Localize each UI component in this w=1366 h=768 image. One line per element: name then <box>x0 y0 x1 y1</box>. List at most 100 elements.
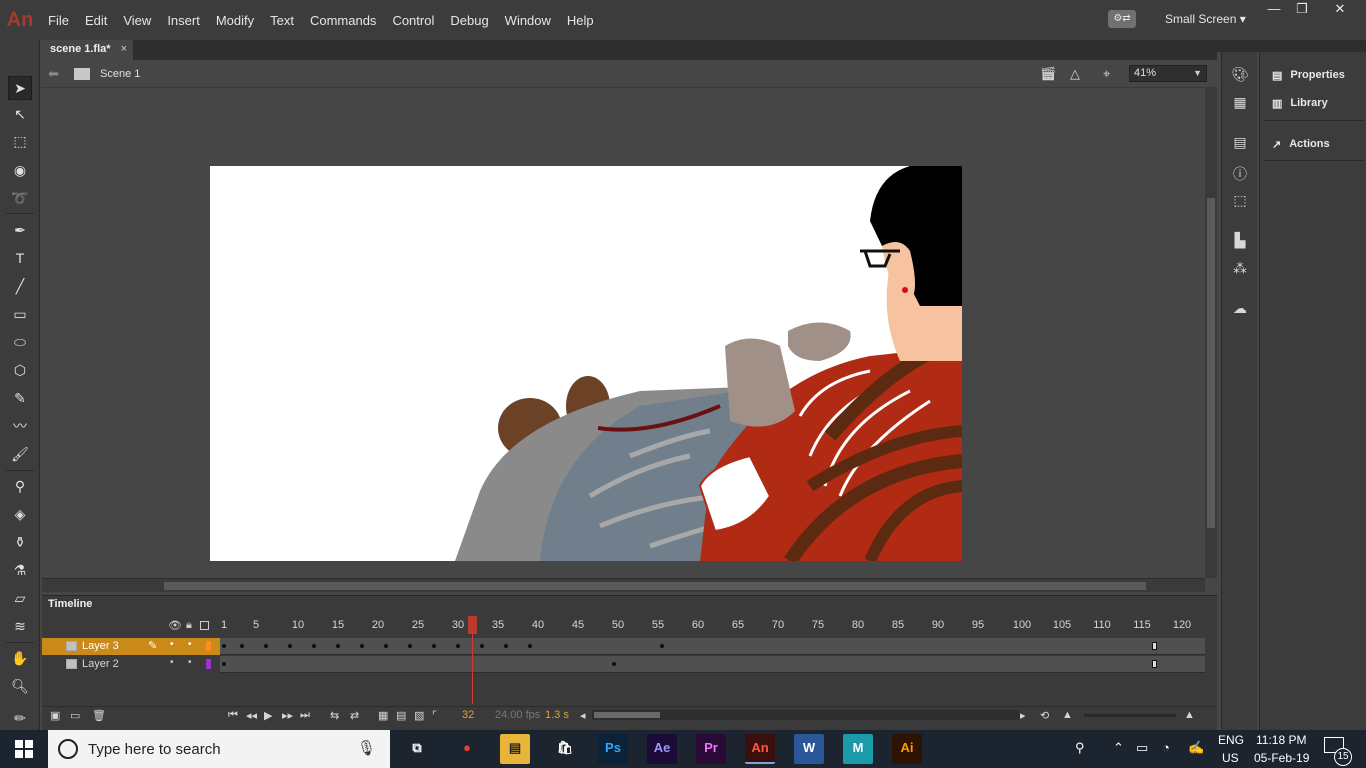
motion-presets-icon[interactable]: ⁂ <box>1231 260 1249 278</box>
visibility-dot[interactable]: • <box>170 639 174 650</box>
menu-edit[interactable]: Edit <box>77 13 115 28</box>
elapsed-time[interactable]: 1.3 s <box>545 709 569 721</box>
windows-start-button[interactable] <box>0 730 48 768</box>
stage-vertical-scrollbar[interactable] <box>1205 88 1217 578</box>
playhead[interactable] <box>468 616 477 634</box>
panel-collapse-bar[interactable] <box>1217 40 1366 52</box>
keyframe[interactable] <box>504 644 508 648</box>
delete-layer-icon[interactable]: 🗑︎ <box>92 709 106 722</box>
current-frame[interactable]: 32 <box>462 709 474 721</box>
microphone-icon[interactable]: 🎙︎ <box>357 739 376 757</box>
edit-multiple-icon[interactable]: ▤ <box>396 709 406 722</box>
clock-date[interactable]: 05-Feb-19 <box>1254 751 1309 765</box>
keyframe[interactable] <box>612 662 616 666</box>
onion-outline-icon[interactable]: ▦ <box>378 709 388 722</box>
lock-icon[interactable]: 🔒︎ <box>186 619 192 632</box>
battery-icon[interactable]: ▭ <box>1136 740 1148 756</box>
layer-name-cell[interactable]: Layer 3 ✎ • • <box>42 638 220 655</box>
line-tool-icon[interactable]: ╱ <box>8 274 32 298</box>
store-icon[interactable]: 🛍 <box>550 734 580 764</box>
maya-icon[interactable]: M <box>843 734 873 764</box>
people-icon[interactable]: ⚲ <box>1075 740 1085 756</box>
workspace-sync-icon[interactable]: ⚙⇄ <box>1108 10 1136 28</box>
bone-tool-icon[interactable]: ⚲ <box>8 474 32 498</box>
paint-bucket-tool-icon[interactable]: ◈ <box>8 502 32 526</box>
premiere-icon[interactable]: Pr <box>696 734 726 764</box>
library-panel-tab[interactable]: ▥ Library <box>1272 92 1328 114</box>
photoshop-icon[interactable]: Ps <box>598 734 628 764</box>
eyedropper-tool-icon[interactable]: ⚗ <box>8 558 32 582</box>
keyframe[interactable] <box>360 644 364 648</box>
keyframe[interactable] <box>384 644 388 648</box>
menu-help[interactable]: Help <box>559 13 602 28</box>
first-frame-icon[interactable]: ⏮ <box>228 709 238 722</box>
pen-icon[interactable]: ✍ <box>1188 740 1204 756</box>
range-icon[interactable]: ⌜ <box>432 709 437 722</box>
pencil-tool-icon[interactable]: ✎ <box>8 386 32 410</box>
new-layer-icon[interactable]: ▣ <box>50 709 60 722</box>
center-frame-icon[interactable]: ⟲ <box>1040 709 1049 722</box>
eraser-tool-icon[interactable]: ▱ <box>8 586 32 610</box>
stage-horizontal-scrollbar[interactable] <box>42 578 1205 592</box>
oval-tool-icon[interactable]: ⬭ <box>8 330 32 354</box>
outline-icon[interactable] <box>200 621 209 630</box>
scrollbar-thumb[interactable] <box>1207 198 1215 528</box>
notification-count[interactable]: 15 <box>1334 748 1352 766</box>
keyframe[interactable] <box>240 644 244 648</box>
subselection-tool-icon[interactable]: ↖ <box>8 102 32 126</box>
zoom-select[interactable]: 41% ▼ <box>1129 65 1207 82</box>
color-icon[interactable]: 🎨︎ <box>1231 66 1249 84</box>
back-arrow-icon[interactable]: ⬅ <box>48 66 59 82</box>
new-folder-icon[interactable]: ▭ <box>70 709 80 722</box>
keyframe[interactable] <box>288 644 292 648</box>
clock-time[interactable]: 11:18 PM <box>1256 733 1306 747</box>
menu-modify[interactable]: Modify <box>208 13 262 28</box>
loop-icon[interactable]: ⇆ <box>330 709 339 722</box>
zoom-out-frames-icon[interactable]: ▲ <box>1062 709 1073 721</box>
taskbar-search[interactable]: Type here to search 🎙︎ <box>48 730 390 768</box>
keyframe[interactable] <box>480 644 484 648</box>
free-transform-tool-icon[interactable]: ⬚ <box>8 129 32 153</box>
end-frame[interactable] <box>1152 660 1157 668</box>
step-forward-icon[interactable]: ▸▸ <box>282 709 293 722</box>
rectangle-tool-icon[interactable]: ▭ <box>8 302 32 326</box>
cc-libraries-icon[interactable]: ☁ <box>1231 300 1249 318</box>
close-button[interactable]: ✕ <box>1322 0 1358 20</box>
polystar-tool-icon[interactable]: ⬡ <box>8 358 32 382</box>
stage-canvas[interactable] <box>210 166 962 561</box>
scroll-left-icon[interactable]: ◂ <box>580 709 586 722</box>
layer-name[interactable]: Layer 3 <box>82 640 119 652</box>
transform-icon[interactable]: ⬚ <box>1231 192 1249 210</box>
properties-panel-tab[interactable]: ▤ Properties <box>1272 64 1345 86</box>
timeline-horizontal-scrollbar[interactable] <box>592 710 1020 720</box>
onion-skin-icon[interactable]: ⇄ <box>350 709 359 722</box>
visibility-dot[interactable]: • <box>170 657 174 668</box>
hand-tool-icon[interactable]: ✋ <box>8 646 32 670</box>
lasso-tool-icon[interactable]: ➰ <box>8 186 32 210</box>
keyframe[interactable] <box>222 644 226 648</box>
menu-commands[interactable]: Commands <box>302 13 384 28</box>
scroll-right-icon[interactable]: ▸ <box>1020 709 1026 722</box>
selection-tool-icon[interactable]: ➤ <box>8 76 32 100</box>
file-explorer-icon[interactable]: ▤ <box>500 734 530 764</box>
layer-color-swatch[interactable] <box>206 659 211 669</box>
layer-color-swatch[interactable] <box>206 641 211 651</box>
after-effects-icon[interactable]: Ae <box>647 734 677 764</box>
wifi-icon[interactable]: ◔ <box>1162 740 1170 755</box>
layer-row[interactable]: Layer 3 ✎ • • <box>42 638 1205 655</box>
menu-insert[interactable]: Insert <box>159 13 208 28</box>
step-back-icon[interactable]: ◂◂ <box>246 709 257 722</box>
frame-ruler[interactable]: 1 5 10 15 20 25 30 35 40 45 50 55 60 65 … <box>220 616 1205 634</box>
chevron-down-icon[interactable]: ▼ <box>1193 68 1202 78</box>
keyframe[interactable] <box>336 644 340 648</box>
brush-tool-icon[interactable]: 🖌 <box>8 442 32 466</box>
menu-control[interactable]: Control <box>384 13 442 28</box>
document-tab[interactable]: scene 1.fla* × <box>42 40 134 60</box>
keyframe[interactable] <box>312 644 316 648</box>
info-icon[interactable]: ⓘ <box>1231 164 1249 182</box>
menu-text[interactable]: Text <box>262 13 302 28</box>
stroke-color-icon[interactable]: ✏ <box>8 706 32 730</box>
width-tool-icon[interactable]: ≋ <box>8 614 32 638</box>
ink-bottle-tool-icon[interactable]: ⚱ <box>8 530 32 554</box>
lock-dot[interactable]: • <box>188 639 192 650</box>
